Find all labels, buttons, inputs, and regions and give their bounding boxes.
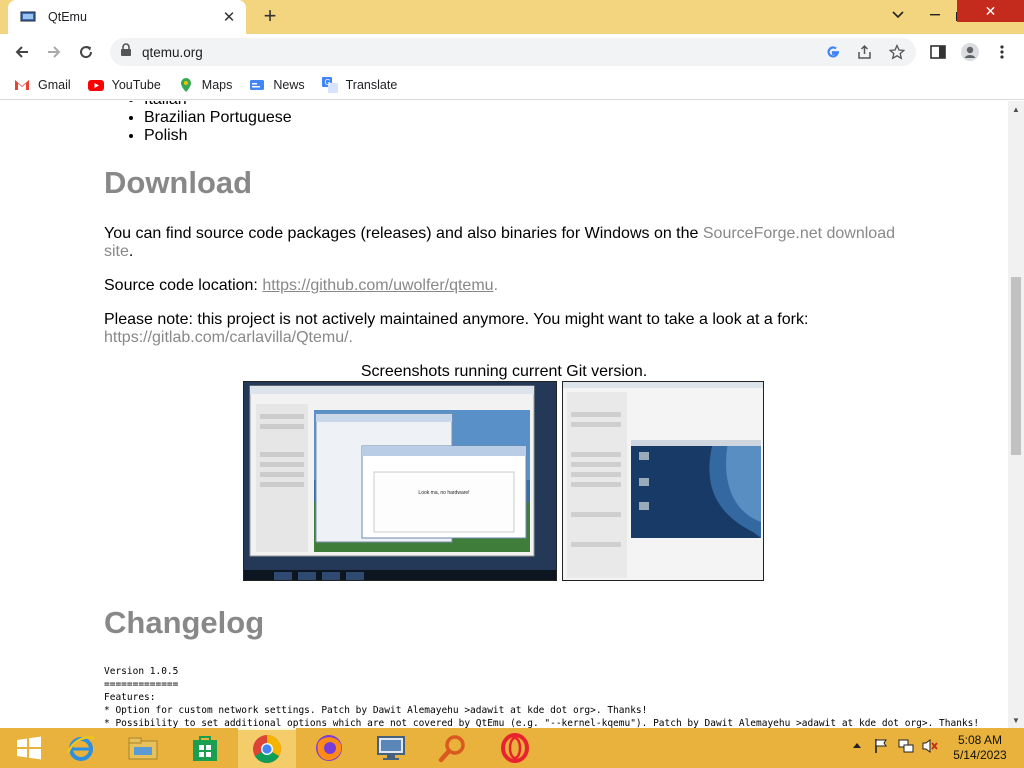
scroll-up-arrow-icon[interactable]: ▲ <box>1008 101 1024 117</box>
tab-qtemu[interactable]: QtEmu ✕ <box>8 0 246 34</box>
screenshot-windows-image: Look ma, no hardware! <box>244 382 556 580</box>
network-icon[interactable] <box>898 738 914 757</box>
scroll-thumb[interactable] <box>1011 277 1021 455</box>
note-end: . <box>348 329 353 346</box>
bookmark-label: Gmail <box>38 77 71 92</box>
download-paragraph: You can find source code packages (relea… <box>104 225 904 261</box>
changelog-heading: Changelog <box>104 605 265 640</box>
clock-date: 5/14/2023 <box>953 748 1007 762</box>
bookmark-news[interactable]: News <box>249 77 305 92</box>
volume-muted-icon[interactable] <box>922 738 938 757</box>
bookmark-label: Maps <box>201 77 233 92</box>
tab-search-icon[interactable] <box>881 0 915 30</box>
system-clock[interactable]: 5:08 AM 5/14/2023 <box>944 733 1016 763</box>
browser-toolbar: qtemu.org <box>0 34 1024 70</box>
screenshots-caption: Screenshots running current Git version. <box>360 363 648 380</box>
opera-icon[interactable] <box>486 728 544 768</box>
page-content: Italian Brazilian Portuguese Polish Down… <box>0 101 1008 728</box>
new-tab-button[interactable]: + <box>258 5 282 28</box>
maps-icon <box>178 77 194 92</box>
github-link[interactable]: https://github.com/uwolfer/qtemu <box>262 277 493 294</box>
tab-title: QtEmu <box>48 10 87 24</box>
windows-logo-icon <box>17 736 41 760</box>
screenshot-fedora[interactable] <box>562 381 764 581</box>
screenshot-fedora-image <box>563 382 763 580</box>
gmail-icon <box>14 78 30 92</box>
search-magnifier-icon[interactable] <box>424 728 482 768</box>
news-icon <box>249 78 265 92</box>
svg-text:G: G <box>324 78 330 87</box>
action-center-flag-icon[interactable] <box>874 738 888 757</box>
bookmarks-bar: Gmail YouTube Maps News G Translate <box>0 70 1024 100</box>
tab-bar: QtEmu ✕ + ✕ <box>0 0 1024 34</box>
chrome-icon[interactable] <box>238 728 296 768</box>
bookmark-gmail[interactable]: Gmail <box>14 78 71 92</box>
internet-explorer-icon[interactable] <box>52 728 110 768</box>
gitlab-link[interactable]: https://gitlab.com/carlavilla/Qtemu/ <box>104 329 349 346</box>
qtemu-favicon-icon <box>20 11 36 23</box>
list-item: Polish <box>144 127 704 145</box>
scroll-down-arrow-icon[interactable]: ▼ <box>1008 712 1024 728</box>
note-text: Please note: this project is not activel… <box>104 311 809 328</box>
show-hidden-icons-icon[interactable] <box>852 738 862 752</box>
menu-kebab-icon[interactable] <box>988 38 1016 66</box>
bookmark-label: YouTube <box>111 77 161 92</box>
firefox-icon[interactable] <box>300 728 358 768</box>
screenshot-windows[interactable]: Look ma, no hardware! <box>243 381 557 581</box>
bookmark-label: News <box>273 77 305 92</box>
note-paragraph: Please note: this project is not activel… <box>104 311 904 347</box>
clock-time: 5:08 AM <box>957 733 1003 747</box>
changelog-line: * Possibility to set additional options … <box>104 718 980 728</box>
list-item: Italian <box>144 101 704 109</box>
translate-icon: G <box>321 76 338 93</box>
share-icon[interactable] <box>852 40 878 64</box>
language-list: Italian Brazilian Portuguese Polish <box>104 101 704 145</box>
close-window-button[interactable]: ✕ <box>957 0 1024 22</box>
google-icon[interactable] <box>820 40 846 64</box>
bookmark-maps[interactable]: Maps <box>178 77 233 92</box>
profile-avatar-icon[interactable] <box>956 38 984 66</box>
changelog-line: Version 1.0.5 <box>104 666 179 677</box>
bookmark-translate[interactable]: G Translate <box>321 76 398 93</box>
source-label: Source code location: <box>104 277 263 294</box>
screenshot-dialog-text: Look ma, no hardware! <box>418 490 469 496</box>
changelog-line: ============= <box>104 679 179 690</box>
page-scrollbar[interactable]: ▲ ▼ <box>1008 101 1024 728</box>
url-text: qtemu.org <box>142 44 203 60</box>
side-panel-icon[interactable] <box>924 38 952 66</box>
changelog-text: Version 1.0.5 ============= Features: * … <box>104 665 1004 728</box>
back-arrow-icon[interactable] <box>8 38 36 66</box>
windows-store-icon[interactable] <box>176 728 234 768</box>
start-button[interactable] <box>0 728 58 768</box>
lock-icon <box>120 42 132 62</box>
forward-arrow-icon[interactable] <box>40 38 68 66</box>
file-explorer-icon[interactable] <box>114 728 172 768</box>
bookmark-youtube[interactable]: YouTube <box>87 77 161 92</box>
bookmark-label: Translate <box>345 77 398 92</box>
source-paragraph: Source code location: https://github.com… <box>104 277 498 295</box>
close-tab-icon[interactable]: ✕ <box>220 8 238 26</box>
download-text: You can find source code packages (relea… <box>104 225 703 242</box>
list-item: Brazilian Portuguese <box>144 109 704 127</box>
download-heading: Download <box>104 165 253 200</box>
remote-desktop-icon[interactable] <box>362 728 420 768</box>
windows-taskbar: 5:08 AM 5/14/2023 <box>0 728 1024 768</box>
bookmark-star-icon[interactable] <box>884 40 910 64</box>
download-end: . <box>128 243 134 260</box>
youtube-icon <box>87 78 104 92</box>
source-end: . <box>493 277 499 294</box>
reload-icon[interactable] <box>72 38 100 66</box>
address-bar[interactable]: qtemu.org <box>110 38 916 66</box>
changelog-line: * Option for custom network settings. Pa… <box>104 705 648 716</box>
changelog-line: Features: <box>104 692 156 703</box>
